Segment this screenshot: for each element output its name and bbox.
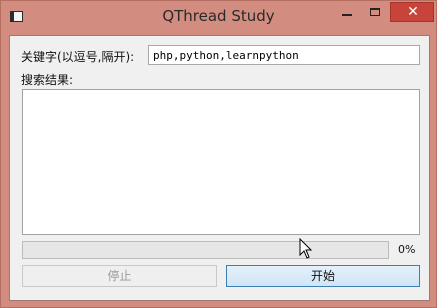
title-bar[interactable]: QThread Study ✕ bbox=[1, 1, 436, 35]
progress-bar bbox=[22, 241, 389, 259]
app-window: QThread Study ✕ 关键字(以逗号,隔开): 搜索结果: 0% 停止… bbox=[0, 0, 437, 308]
close-button[interactable]: ✕ bbox=[390, 2, 434, 22]
keyword-label: 关键字(以逗号,隔开): bbox=[21, 50, 135, 64]
minimize-button[interactable] bbox=[333, 2, 361, 22]
results-textarea[interactable] bbox=[22, 89, 420, 235]
start-button[interactable]: 开始 bbox=[226, 265, 420, 287]
minimize-icon bbox=[342, 14, 352, 16]
maximize-icon bbox=[370, 8, 380, 16]
maximize-button[interactable] bbox=[361, 2, 389, 22]
close-icon: ✕ bbox=[407, 4, 419, 20]
stop-button[interactable]: 停止 bbox=[22, 265, 217, 287]
client-area: 关键字(以逗号,隔开): 搜索结果: 0% 停止 开始 bbox=[9, 35, 430, 301]
results-label: 搜索结果: bbox=[21, 73, 74, 87]
mouse-cursor-icon bbox=[299, 238, 313, 259]
progress-percent: 0% bbox=[398, 243, 416, 256]
keyword-input[interactable] bbox=[148, 45, 420, 65]
